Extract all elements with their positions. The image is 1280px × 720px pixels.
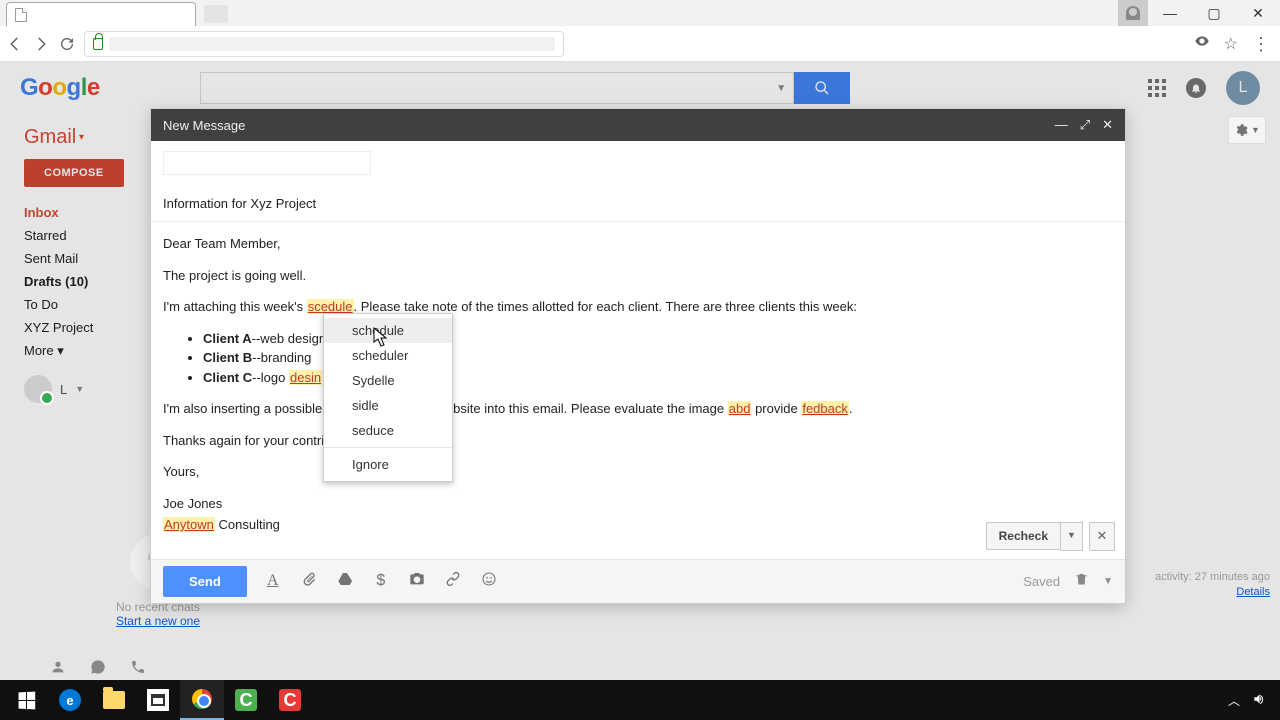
attach-file-icon[interactable] [299,571,319,592]
formatting-icon[interactable]: A [263,572,283,590]
window-maximize-button[interactable]: ▢ [1192,0,1236,26]
google-apps-icon[interactable] [1148,79,1166,97]
settings-gear-button[interactable]: ▼ [1228,116,1266,144]
misspelled-fedback[interactable]: fedback [801,401,849,416]
hangouts-phone-icon[interactable] [130,659,146,680]
spellcheck-close-button[interactable]: ✕ [1089,522,1115,551]
search-options-dropdown[interactable]: ▼ [770,72,794,104]
account-avatar[interactable]: L [1226,71,1260,105]
hangouts-self[interactable]: L ▼ [0,363,148,403]
misspelled-desin[interactable]: desin [289,370,322,385]
compose-titlebar[interactable]: New Message — ⤢ ✕ [151,109,1125,141]
google-logo: Google [20,74,100,102]
chrome-menu-button[interactable]: ⋮ [1252,39,1270,49]
more-send-options-icon[interactable]: ▼ [1103,576,1113,587]
compose-close-icon[interactable]: ✕ [1102,117,1113,133]
compose-popout-icon[interactable]: ⤢ [1080,117,1090,133]
back-button[interactable] [6,35,24,53]
notifications-icon[interactable] [1186,78,1206,98]
nav-starred[interactable]: Starred [0,224,148,247]
nav-xyz-project[interactable]: XYZ Project [0,316,148,339]
compose-button[interactable]: COMPOSE [24,159,124,187]
taskbar-chrome-icon[interactable] [180,680,224,720]
insert-emoji-icon[interactable] [479,571,499,592]
chrome-profile-button[interactable] [1118,0,1148,26]
spellcheck-context-menu: schedule scheduler Sydelle sidle seduce … [323,313,453,482]
windows-taskbar: e C C ︿ [0,680,1280,720]
taskbar-app-red-icon[interactable]: C [268,680,312,720]
spell-suggestion-scheduler[interactable]: scheduler [324,343,452,368]
browser-tab-strip: — ▢ ✕ [0,0,1280,26]
nav-sent-mail[interactable]: Sent Mail [0,247,148,270]
taskbar-app-green-icon[interactable]: C [224,680,268,720]
nav-more[interactable]: More ▾ [0,339,148,363]
compose-dialog: New Message — ⤢ ✕ Information for Xyz Pr… [150,108,1126,604]
eye-icon[interactable] [1194,33,1210,54]
discard-draft-icon[interactable] [1074,572,1089,591]
spell-suggestion-schedule[interactable]: schedule [324,318,452,343]
send-button[interactable]: Send [163,566,247,597]
spellcheck-bar: Recheck ▼ ✕ [986,522,1115,551]
recheck-dropdown[interactable]: ▼ [1061,522,1083,551]
spell-suggestion-seduce[interactable]: seduce [324,418,452,443]
spell-ignore[interactable]: Ignore [324,452,452,477]
taskbar-store-icon[interactable] [136,680,180,720]
taskbar-edge-icon[interactable]: e [48,680,92,720]
tray-volume-icon[interactable] [1252,692,1266,709]
recipient-chip-redacted [163,151,371,175]
compose-to-field[interactable] [151,141,1125,190]
start-button[interactable] [4,680,48,720]
nav-inbox[interactable]: Inbox [0,201,148,224]
gmail-header: Google ▼ L [0,62,1280,114]
compose-toolbar: Send A $ Saved ▼ [151,559,1125,603]
page-favicon-icon [15,8,27,22]
reload-button[interactable] [58,35,76,53]
misspelled-anytown[interactable]: Anytown [163,517,215,532]
secure-lock-icon [93,38,103,50]
url-redacted [109,37,555,51]
compose-minimize-icon[interactable]: — [1055,117,1068,133]
gmail-product-label[interactable]: Gmail [0,122,148,159]
misspelled-abd[interactable]: abd [728,401,752,416]
saved-indicator: Saved [1023,574,1060,589]
forward-button[interactable] [32,35,50,53]
browser-toolbar: ☆ ⋮ [0,26,1280,62]
insert-drive-icon[interactable] [335,571,355,592]
hangouts-contacts-icon[interactable] [50,659,66,680]
gmail-search-input[interactable] [200,72,770,104]
compose-body[interactable]: Dear Team Member, The project is going w… [151,222,1125,559]
misspelled-scedule[interactable]: scedule [307,299,354,314]
nav-todo[interactable]: To Do [0,293,148,316]
spell-suggestion-sydelle[interactable]: Sydelle [324,368,452,393]
presence-avatar-icon [24,375,52,403]
spell-suggestion-sidle[interactable]: sidle [324,393,452,418]
insert-photo-icon[interactable] [407,571,427,592]
new-tab-button[interactable] [204,5,228,23]
address-bar[interactable] [84,31,564,57]
hangouts-chat-icon[interactable] [90,659,106,680]
search-button[interactable] [794,72,850,104]
window-close-button[interactable]: ✕ [1236,0,1280,26]
insert-money-icon[interactable]: $ [371,572,391,590]
window-minimize-button[interactable]: — [1148,0,1192,26]
recheck-button[interactable]: Recheck [986,522,1061,550]
start-chat-link[interactable]: Start a new one [116,614,200,628]
compose-title: New Message [163,118,245,133]
compose-subject-field[interactable]: Information for Xyz Project [151,190,1125,222]
bookmark-star-icon[interactable]: ☆ [1224,34,1238,54]
account-activity: activity: 27 minutes ago Details [1155,570,1270,601]
taskbar-explorer-icon[interactable] [92,680,136,720]
browser-tab[interactable] [6,2,196,26]
nav-drafts[interactable]: Drafts (10) [0,270,148,293]
activity-details-link[interactable]: Details [1236,586,1270,598]
hangouts-footer [50,659,146,680]
tray-chevron-icon[interactable]: ︿ [1228,692,1240,709]
insert-link-icon[interactable] [443,571,463,592]
